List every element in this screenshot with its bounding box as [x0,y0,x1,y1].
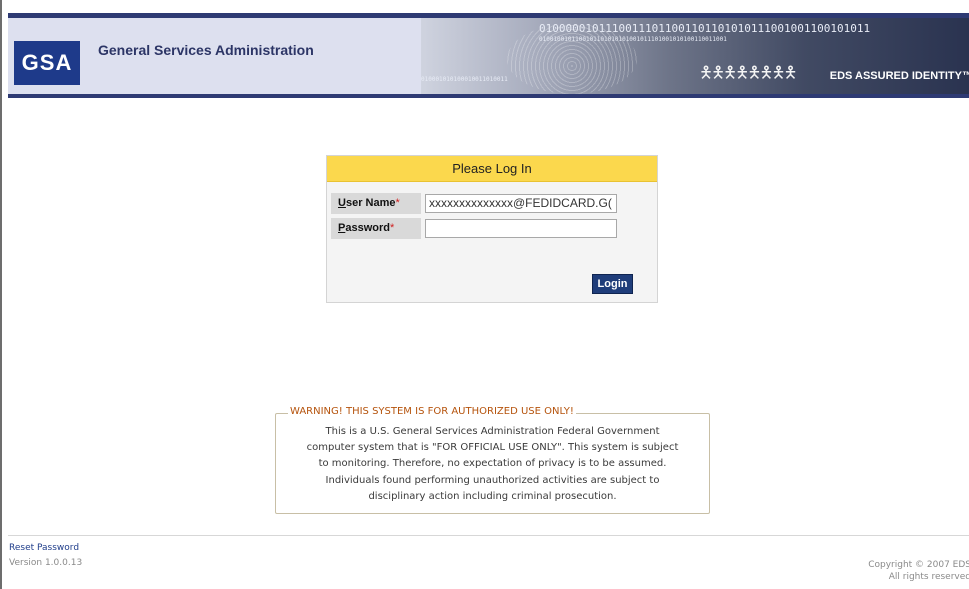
header-bottom-rule [8,94,969,98]
login-button[interactable]: Login [592,274,633,294]
banner-label: EDS ASSURED IDENTITY™ [829,70,969,82]
warning-line: This is a U.S. General Services Administ… [325,426,660,437]
warning-box: WARNING! THIS SYSTEM IS FOR AUTHORIZED U… [275,406,710,514]
banner-binary-top: 0100000101110011101100110110101011100100… [539,22,871,35]
warning-line: to monitoring. Therefore, no expectation… [318,458,667,470]
copyright: Copyright © 2007 EDS All rights reserved [868,559,969,583]
password-label: Password* [331,218,421,239]
username-row: User Name* xxxxxxxxxxxxxx@FEDIDCARD.G( [331,193,617,214]
header: GSA General Services Administration 0100… [8,18,969,94]
warning-line: Individuals found performing unauthorize… [325,474,660,486]
password-input[interactable] [425,219,617,238]
warning-text: This is a U.S. General Services Administ… [276,424,709,505]
username-required-mark: * [395,197,400,209]
username-input[interactable]: xxxxxxxxxxxxxx@FEDIDCARD.G( [425,194,617,213]
login-title: Please Log In [327,156,657,182]
username-label-text: ser Name [345,197,396,209]
people-figures-graphic: 🯅🯅🯅🯅🯅🯅🯅🯅 [699,63,798,82]
reset-password-link[interactable]: Reset Password [9,543,79,553]
copyright-line: Copyright © 2007 EDS [868,560,969,570]
login-panel: Please Log In User Name* xxxxxxxxxxxxxx@… [326,155,658,303]
password-label-text: assword [345,222,390,234]
warning-title: WARNING! THIS SYSTEM IS FOR AUTHORIZED U… [288,406,576,417]
banner-binary-bottom: 010001010100010011010011 [421,76,508,83]
left-border [0,0,2,589]
username-label: User Name* [331,193,421,214]
version-text: Version 1.0.0.13 [9,558,83,568]
banner-binary-small: 0100100101100101101010101001011101001010… [539,36,727,43]
agency-name: General Services Administration [98,42,314,58]
warning-line: computer system that is "FOR OFFICIAL US… [306,442,679,454]
password-row: Password* [331,218,617,239]
footer-divider [8,535,969,536]
username-accesskey: U [338,197,346,209]
brand-panel: GSA General Services Administration [8,18,421,94]
warning-line: disciplinary action including criminal p… [368,490,617,502]
gsa-logo: GSA [14,41,80,85]
eds-banner: 0100000101110011101100110110101011100100… [421,18,969,94]
copyright-line: All rights reserved [888,572,969,582]
password-required-mark: * [389,222,395,234]
